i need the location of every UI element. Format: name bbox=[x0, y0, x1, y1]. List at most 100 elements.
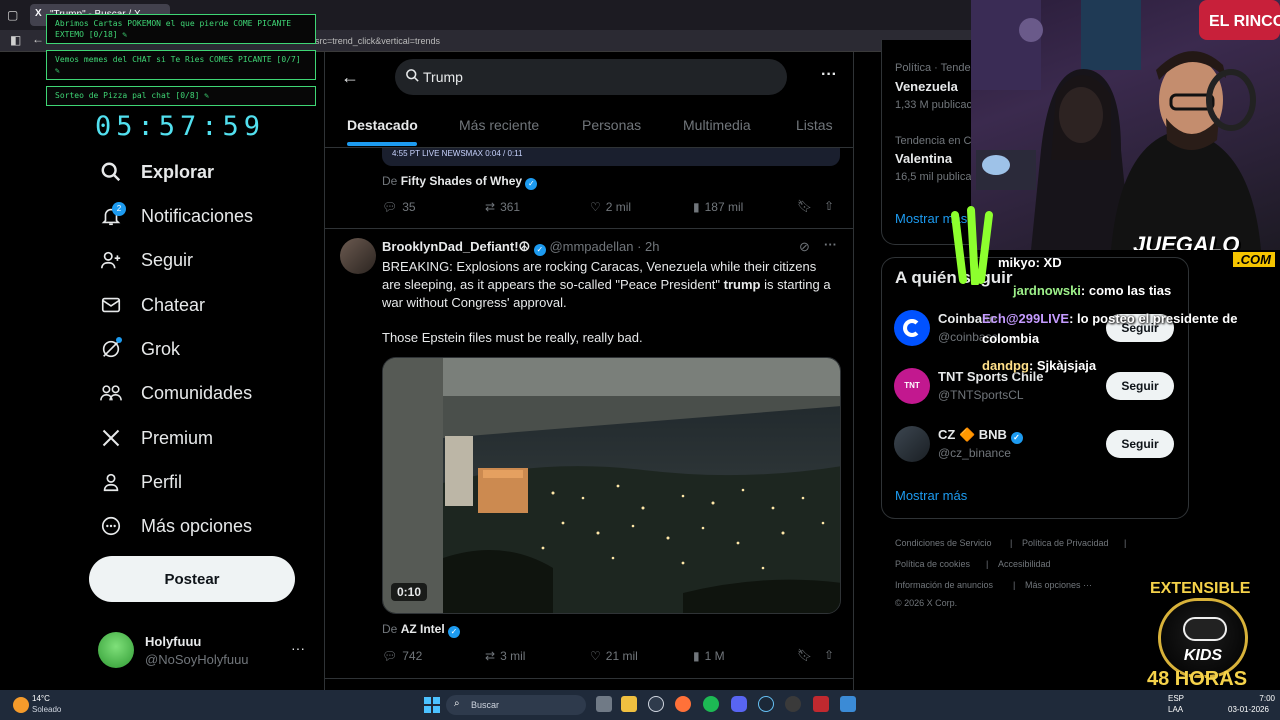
media-app-icon[interactable] bbox=[813, 696, 829, 712]
footer-copyright: © 2026 X Corp. bbox=[895, 598, 958, 608]
search-input[interactable]: Trump bbox=[395, 59, 787, 95]
suggest-name-row[interactable]: CZ 🔶 BNB ✓ bbox=[938, 427, 1023, 444]
tab-media[interactable]: Multimedia bbox=[683, 117, 751, 133]
search-query: Trump bbox=[423, 69, 463, 85]
author-handle[interactable]: @mmpadellan bbox=[549, 239, 633, 254]
stream-timer: 05:57:59 bbox=[95, 111, 266, 142]
footer-link-more[interactable]: Más opciones ··· bbox=[1025, 580, 1092, 590]
follow-button[interactable]: Seguir bbox=[1106, 430, 1174, 458]
author-name[interactable]: BrooklynDad_Defiant!☮ bbox=[382, 239, 530, 254]
nav-grok[interactable]: Grok bbox=[98, 334, 180, 364]
clock-date[interactable]: 03-01-2026 bbox=[1228, 705, 1269, 714]
nav-label: Seguir bbox=[141, 249, 194, 270]
bookmark-icon[interactable]: 🔖︎ bbox=[797, 648, 812, 662]
share-icon[interactable]: ⇧ bbox=[824, 648, 834, 662]
tweet-source[interactable]: De Fifty Shades of Whey ✓ bbox=[382, 174, 538, 190]
juegalo-domain-badge: .COM bbox=[1233, 252, 1275, 267]
like-count: 21 mil bbox=[605, 649, 638, 663]
footer-link-cookies[interactable]: Política de cookies bbox=[895, 559, 970, 569]
url-text[interactable]: src=trend_click&vertical=trends bbox=[315, 36, 440, 46]
coinbase-logo[interactable] bbox=[894, 310, 930, 346]
tweet-time[interactable]: · 2h bbox=[637, 239, 659, 254]
taskbar-search-input[interactable]: ⌕ Buscar bbox=[446, 695, 586, 715]
search-results-column: ← Trump ··· Destacado Más reciente Perso… bbox=[324, 52, 854, 690]
firefox-icon[interactable] bbox=[675, 696, 691, 712]
weather-temp[interactable]: 14°C bbox=[32, 694, 50, 703]
footer-link-accessibility[interactable]: Accesibilidad bbox=[998, 559, 1051, 569]
like-button[interactable]: ♡ 21 mil bbox=[590, 649, 638, 663]
nav-chat[interactable]: Chatear bbox=[98, 290, 205, 320]
sidebar-icon[interactable]: ◧ bbox=[10, 33, 21, 47]
file-explorer-icon[interactable] bbox=[621, 696, 637, 712]
back-arrow-icon[interactable]: ← bbox=[341, 67, 359, 88]
tweet-source[interactable]: De AZ Intel ✓ bbox=[382, 622, 461, 638]
spotify-icon[interactable] bbox=[703, 696, 719, 712]
reply-button[interactable]: 💬︎ 742 bbox=[382, 649, 422, 663]
nav-label: Explorar bbox=[141, 161, 215, 182]
webcam-feed: EL RINCO JUEGALO .COM bbox=[971, 0, 1280, 250]
follow-show-more-link[interactable]: Mostrar más bbox=[895, 488, 967, 503]
like-button[interactable]: ♡ 2 mil bbox=[590, 200, 631, 214]
retweet-button[interactable]: ⇄ 3 mil bbox=[485, 649, 525, 663]
nav-more[interactable]: Más opciones bbox=[98, 511, 252, 541]
x-logo-icon: X bbox=[35, 8, 42, 19]
nav-premium[interactable]: Premium bbox=[98, 423, 213, 453]
chat-text: : XD bbox=[1035, 255, 1062, 270]
video-progress-text: 4:55 PT LIVE NEWSMAX 0:04 / 0:11 bbox=[392, 149, 523, 158]
nav-explore[interactable]: Explorar bbox=[98, 157, 214, 187]
coinbase-c-icon bbox=[903, 319, 921, 337]
more-icon[interactable]: ··· bbox=[821, 66, 837, 84]
avatar[interactable] bbox=[340, 238, 376, 274]
footer-link-terms[interactable]: Condiciones de Servicio bbox=[895, 538, 992, 548]
views-button[interactable]: ▮ 187 mil bbox=[693, 200, 743, 214]
chat-message: jardnowski: como las tias bbox=[1013, 283, 1171, 298]
heart-icon: ♡ bbox=[590, 200, 601, 214]
follow-button[interactable]: Seguir bbox=[1106, 372, 1174, 400]
trend-name[interactable]: Venezuela bbox=[895, 79, 958, 94]
tab-latest[interactable]: Más reciente bbox=[459, 117, 539, 133]
suggest-handle: @TNTSportsCL bbox=[938, 388, 1024, 402]
bookmark-icon[interactable]: 🔖︎ bbox=[797, 199, 812, 213]
tab-lists[interactable]: Listas bbox=[796, 117, 833, 133]
post-button[interactable]: Postear bbox=[89, 556, 295, 602]
github-icon[interactable] bbox=[648, 696, 664, 712]
avatar[interactable] bbox=[894, 426, 930, 462]
language-indicator[interactable]: ESP bbox=[1168, 694, 1184, 703]
task-view-icon[interactable] bbox=[596, 696, 612, 712]
tnt-logo[interactable]: TNT bbox=[894, 368, 930, 404]
share-icon[interactable]: ⇧ bbox=[824, 199, 834, 213]
weather-icon[interactable] bbox=[13, 697, 29, 713]
more-icon[interactable]: ··· bbox=[291, 640, 305, 656]
views-button[interactable]: ▮ 1 M bbox=[693, 649, 725, 663]
more-icon[interactable]: ··· bbox=[824, 237, 837, 252]
back-arrow-icon[interactable]: ← bbox=[32, 32, 44, 46]
retweet-icon: ⇄ bbox=[485, 200, 496, 214]
discord-icon[interactable] bbox=[731, 696, 747, 712]
footer-link-privacy[interactable]: Política de Privacidad bbox=[1022, 538, 1109, 548]
goal-panel-memes: Vemos memes del CHAT si Te Ries COMES PI… bbox=[46, 50, 316, 80]
footer-link-ads-info[interactable]: Información de anuncios bbox=[895, 580, 993, 590]
nav-notifications[interactable]: 2 Notificaciones bbox=[98, 201, 253, 231]
windows-start-icon[interactable] bbox=[424, 697, 440, 713]
trend-name[interactable]: Valentina bbox=[895, 151, 952, 166]
account-switcher[interactable]: Holyfuuu @NoSoyHolyfuuu ··· bbox=[98, 632, 310, 672]
tab-featured[interactable]: Destacado bbox=[347, 117, 418, 133]
video-thumbnail[interactable]: 4:55 PT LIVE NEWSMAX 0:04 / 0:11 bbox=[382, 148, 840, 166]
retweet-button[interactable]: ⇄ 361 bbox=[485, 200, 520, 214]
clock-time[interactable]: 7:00 bbox=[1235, 694, 1275, 703]
steam-icon[interactable] bbox=[758, 696, 774, 712]
notepad-icon[interactable] bbox=[840, 696, 856, 712]
profile-handle: @NoSoyHolyfuuu bbox=[145, 652, 249, 667]
nav-follow[interactable]: Seguir bbox=[98, 245, 193, 275]
tab-list-icon[interactable]: ▢ bbox=[7, 8, 18, 22]
retweet-icon: ⇄ bbox=[485, 649, 496, 663]
tab-people[interactable]: Personas bbox=[582, 117, 641, 133]
windows-taskbar bbox=[0, 690, 1280, 720]
nav-profile[interactable]: Perfil bbox=[98, 467, 182, 497]
video-player[interactable]: 0:10 bbox=[382, 357, 841, 614]
nav-label: Premium bbox=[141, 427, 214, 448]
nav-communities[interactable]: Comunidades bbox=[98, 378, 252, 408]
reply-button[interactable]: 💬︎ 35 bbox=[382, 200, 416, 214]
grok-icon[interactable]: ⊘ bbox=[799, 239, 810, 255]
obs-icon[interactable] bbox=[785, 696, 801, 712]
